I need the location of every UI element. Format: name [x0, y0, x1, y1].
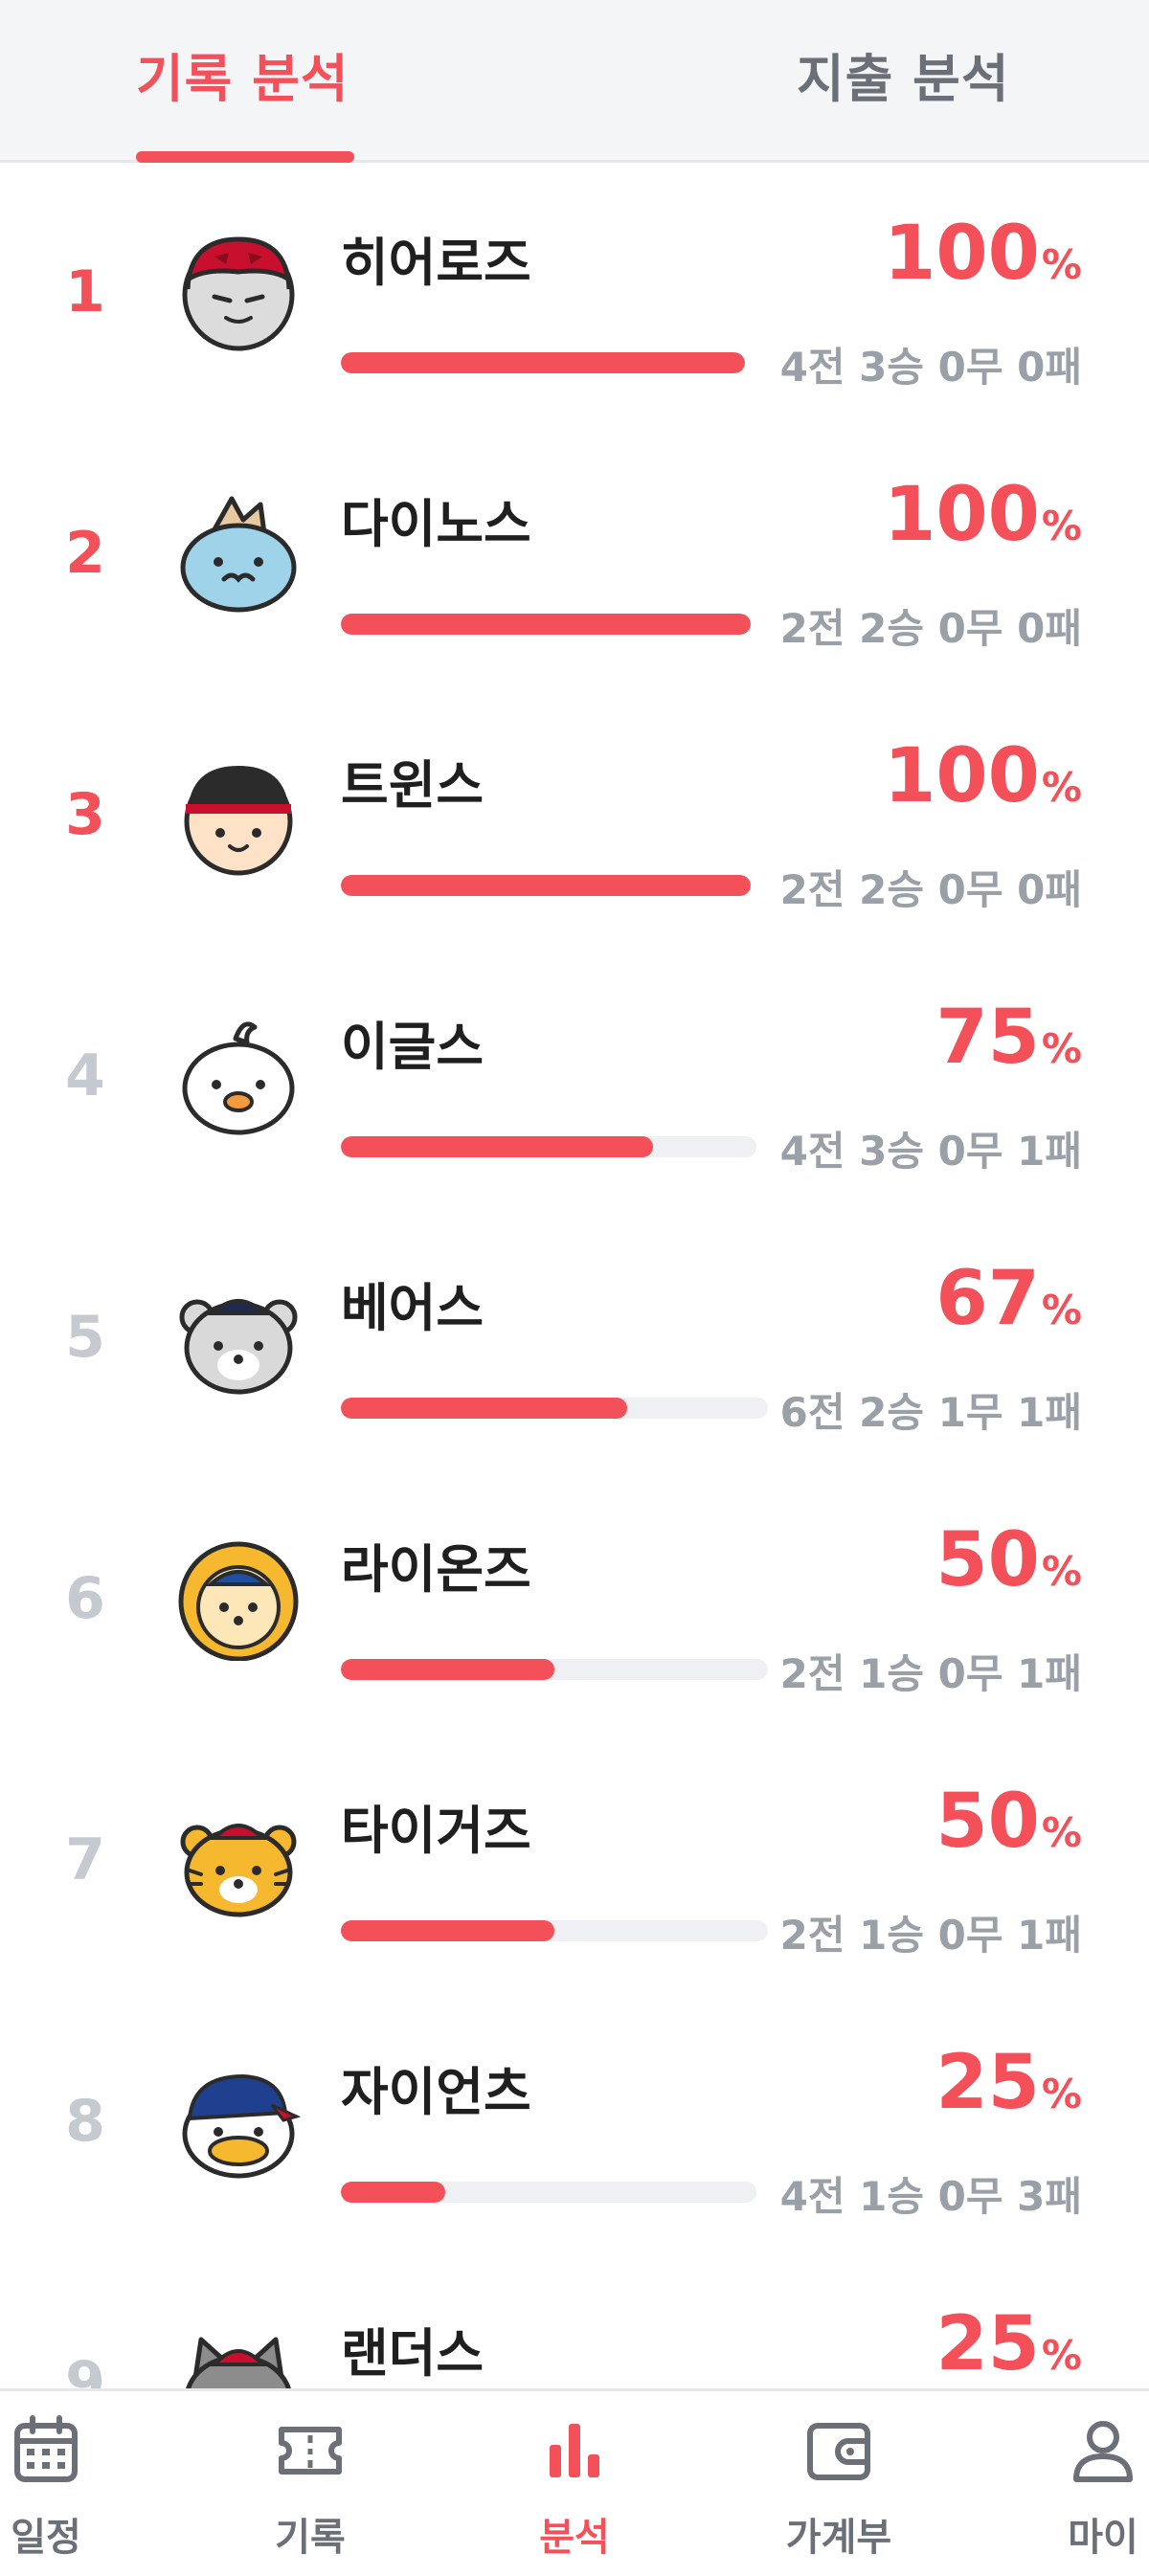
game-record: 2전 1승 0무 1패 [779, 1912, 1082, 1959]
giants-mascot-icon [182, 2073, 301, 2179]
list-item[interactable]: 8 자이언츠 25% 4전 1승 0무 3패 [0, 1992, 1149, 2253]
twins-mascot-icon [184, 766, 293, 876]
nav-label-schedule: 일정 [11, 2516, 81, 2560]
tab-record-analysis[interactable]: 기록 분석 [136, 36, 349, 112]
lions-mascot-icon [178, 1541, 299, 1661]
nav-item-my[interactable]: 마이 [1017, 2412, 1149, 2565]
landers-mascot-icon [186, 2337, 291, 2388]
game-record: 2전 2승 0무 0패 [779, 605, 1082, 652]
win-rate-percent: 25% [935, 2301, 1082, 2387]
win-rate-bar-fill [341, 352, 745, 373]
list-item[interactable]: 6 라이온즈 50% 2전 1승 0무 1패 [0, 1469, 1149, 1731]
bears-mascot-icon [179, 1299, 298, 1395]
list-item[interactable]: 9 랜더스 25% [0, 2253, 1149, 2388]
win-rate-bar [341, 1136, 756, 1157]
win-rate-percent: 100% [884, 472, 1082, 558]
nav-label-record: 기록 [275, 2516, 346, 2560]
eagles-mascot-icon [182, 1021, 295, 1135]
list-item[interactable]: 7 타이거즈 50% 2전 1승 0무 1패 [0, 1731, 1149, 1992]
nav-item-schedule[interactable]: 일정 [0, 2412, 132, 2565]
game-record: 2전 1승 0무 1패 [779, 1650, 1082, 1697]
analysis-tabs: 기록 분석 지출 분석 [0, 0, 1149, 163]
calendar-icon [14, 2415, 78, 2482]
rank-number: 8 [65, 2088, 105, 2155]
team-name: 히어로즈 [341, 233, 531, 293]
rank-number: 3 [65, 781, 105, 848]
win-rate-bar-fill [341, 875, 751, 896]
nav-label-my: 마이 [1068, 2516, 1138, 2560]
win-rate-percent: 100% [884, 211, 1082, 297]
win-rate-bar-fill [341, 614, 751, 635]
team-name: 이글스 [341, 1017, 484, 1077]
rank-number: 4 [65, 1042, 105, 1109]
bar-chart-icon [550, 2424, 599, 2477]
list-item[interactable]: 3 트윈스 100% 2전 2승 0무 0패 [0, 685, 1149, 947]
win-rate-percent: 75% [935, 995, 1082, 1081]
nav-item-account-book[interactable]: 가계부 [753, 2412, 925, 2565]
wallet-icon [807, 2423, 870, 2480]
win-rate-bar [341, 1659, 768, 1680]
heroes-mascot-icon [182, 236, 295, 351]
rank-number: 5 [65, 1304, 105, 1371]
win-rate-bar [341, 2182, 756, 2203]
nav-item-record[interactable]: 기록 [224, 2412, 396, 2565]
ticket-icon [279, 2427, 342, 2475]
rank-number: 1 [65, 258, 105, 325]
active-tab-indicator [136, 151, 354, 163]
team-name: 베어스 [341, 1278, 484, 1338]
team-ranking-list: 1 히어로즈 100% 4전 3승 0무 0패 2 다이노스 100% 2전 2… [0, 163, 1149, 2388]
win-rate-percent: 67% [935, 1256, 1082, 1342]
list-item[interactable]: 4 이글스 75% 4전 3승 0무 1패 [0, 947, 1149, 1208]
rank-number: 7 [65, 1826, 105, 1893]
tigers-mascot-icon [180, 1824, 297, 1917]
game-record: 6전 2승 1무 1패 [779, 1389, 1082, 1436]
game-record: 4전 3승 0무 0패 [779, 344, 1082, 391]
rank-number: 2 [65, 520, 105, 587]
team-name: 자이언츠 [341, 2062, 531, 2122]
team-name: 타이거즈 [341, 1801, 531, 1861]
nav-item-analysis[interactable]: 분석 [488, 2412, 661, 2565]
list-item[interactable]: 5 베어스 67% 6전 2승 1무 1패 [0, 1208, 1149, 1469]
win-rate-bar-fill [341, 1398, 627, 1419]
win-rate-bar-fill [341, 1136, 653, 1157]
win-rate-bar-fill [341, 1659, 554, 1680]
nav-label-analysis: 분석 [539, 2516, 610, 2560]
list-item[interactable]: 2 다이노스 100% 2전 2승 0무 0패 [0, 424, 1149, 685]
win-rate-percent: 50% [935, 1517, 1082, 1603]
nav-label-account-book: 가계부 [785, 2516, 892, 2560]
game-record: 4전 1승 0무 3패 [779, 2173, 1082, 2220]
win-rate-percent: 50% [935, 1779, 1082, 1865]
person-icon [1073, 2421, 1133, 2482]
win-rate-bar [341, 1398, 768, 1419]
win-rate-bar [341, 352, 745, 373]
team-name: 랜더스 [341, 2323, 484, 2384]
win-rate-percent: 25% [935, 2040, 1082, 2126]
game-record: 2전 2승 0무 0패 [779, 866, 1082, 913]
rank-number: 6 [65, 1565, 105, 1632]
bottom-navigation: 일정 기록 분석 가계부 마이 [0, 2388, 1149, 2576]
team-name: 라이온즈 [341, 1539, 531, 1600]
win-rate-bar-fill [341, 1920, 554, 1941]
team-name: 트윈스 [341, 755, 484, 816]
list-item[interactable]: 1 히어로즈 100% 4전 3승 0무 0패 [0, 163, 1149, 424]
win-rate-bar-fill [341, 2182, 445, 2203]
tab-expense-analysis[interactable]: 지출 분석 [797, 36, 1010, 112]
win-rate-bar [341, 875, 751, 896]
win-rate-percent: 100% [884, 733, 1082, 819]
team-name: 다이노스 [341, 494, 531, 554]
game-record: 4전 3승 0무 1패 [779, 1128, 1082, 1175]
win-rate-bar [341, 1920, 768, 1941]
win-rate-bar [341, 614, 751, 635]
rank-number: 9 [65, 2349, 105, 2388]
dinos-mascot-icon [180, 496, 297, 613]
